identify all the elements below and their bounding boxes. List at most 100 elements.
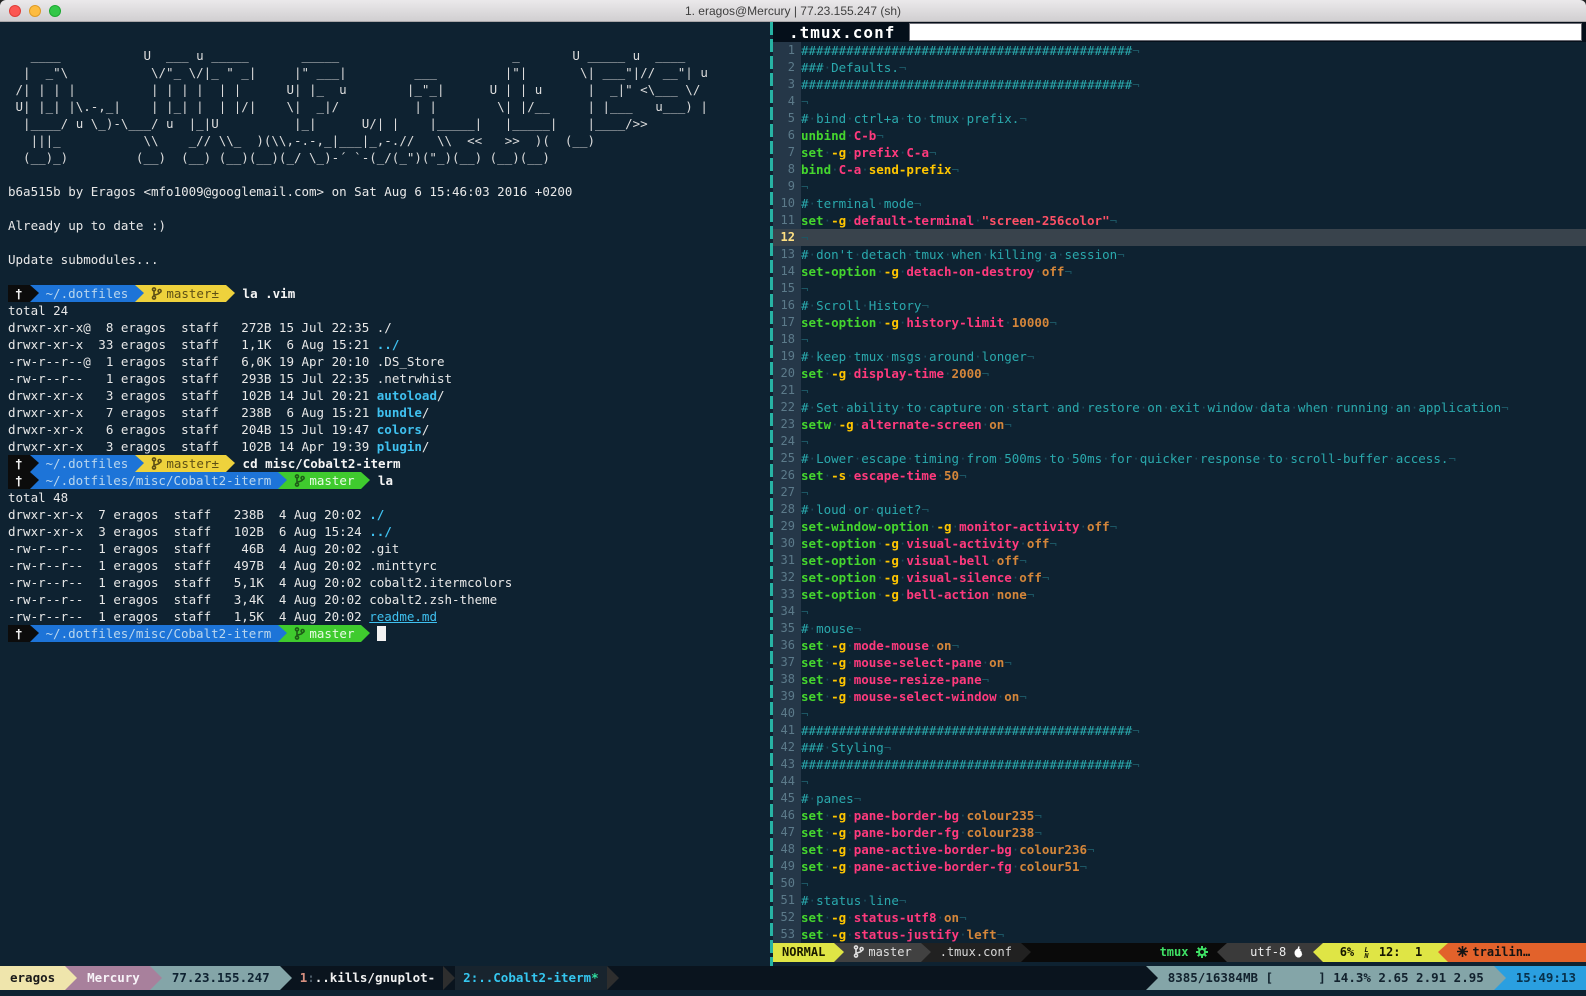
titlebar: 1. eragos@Mercury | 77.23.155.247 (sh) xyxy=(0,0,1586,22)
token-y: -g xyxy=(884,315,899,330)
vim-code-line[interactable]: 36set·-g·mode-mouse·on¬ xyxy=(773,637,1586,654)
vim-code-line[interactable]: 30set-option·-g·visual-activity·off¬ xyxy=(773,535,1586,552)
space-dot: · xyxy=(959,111,967,126)
line-number: 26 xyxy=(773,467,801,484)
vim-code-line[interactable]: 1#######################################… xyxy=(773,42,1586,59)
shell-pane[interactable]: ____ U ___ u _____ _____ _ U _____ u ___… xyxy=(0,22,770,966)
vim-code-line[interactable]: 13#·don't·detach·tmux·when·killing·a·ses… xyxy=(773,246,1586,263)
vim-code-line[interactable]: 8bind·C-a·send-prefix¬ xyxy=(773,161,1586,178)
vim-code-line[interactable]: 53set·-g·status-justify·left¬ xyxy=(773,926,1586,943)
vim-code-line[interactable]: 18¬ xyxy=(773,331,1586,348)
vim-code-line[interactable]: 6unbind·C-b¬ xyxy=(773,127,1586,144)
vim-code-line[interactable]: 27¬ xyxy=(773,484,1586,501)
vim-code-line[interactable]: 4¬ xyxy=(773,93,1586,110)
token-o: mode-mouse xyxy=(854,638,929,653)
vim-code-line[interactable]: 45#·panes¬ xyxy=(773,790,1586,807)
vim-code-line[interactable]: 7set·-g·prefix·C-a¬ xyxy=(773,144,1586,161)
vim-code-line[interactable]: 38set·-g·mouse-resize-pane¬ xyxy=(773,671,1586,688)
powerline-arrow xyxy=(361,625,370,642)
space-dot: · xyxy=(809,791,817,806)
vim-code-line[interactable]: 39set·-g·mouse-select-window·on¬ xyxy=(773,688,1586,705)
vim-cursor-line[interactable]: 12¬ xyxy=(773,229,1586,246)
token-e: ¬ xyxy=(982,366,990,381)
token-c: Set xyxy=(816,400,839,415)
vim-buffer[interactable]: 1#######################################… xyxy=(773,42,1586,943)
vim-code-line[interactable]: 32set-option·-g·visual-silence·off¬ xyxy=(773,569,1586,586)
close-button[interactable] xyxy=(9,5,21,17)
vim-code-line[interactable]: 44¬ xyxy=(773,773,1586,790)
vim-code-line[interactable]: 5#·bind·ctrl+a·to·tmux·prefix.¬ xyxy=(773,110,1586,127)
vim-code-line[interactable]: 41######################################… xyxy=(773,722,1586,739)
line-number: 42 xyxy=(773,739,801,756)
vim-code-line[interactable]: 17set-option·-g·history-limit·10000¬ xyxy=(773,314,1586,331)
vim-code-line[interactable]: 22#·Set·ability·to·capture·on·start·and·… xyxy=(773,399,1586,416)
file-list-row: -rw-r--r-- 1 eragos staff 3,4K 4 Aug 20:… xyxy=(8,591,770,608)
vim-code-line[interactable]: 48set·-g·pane-active-border-bg·colour236… xyxy=(773,841,1586,858)
vim-code-line[interactable]: 28#·loud·or·quiet?¬ xyxy=(773,501,1586,518)
token-o: pane-active-border-fg xyxy=(854,859,1012,874)
token-e: ¬ xyxy=(1064,264,1072,279)
tmux-window-2[interactable]: 2:..Cobalt2-iterm* xyxy=(455,966,606,990)
vim-code-line[interactable]: 9¬ xyxy=(773,178,1586,195)
token-e: ¬ xyxy=(1049,536,1057,551)
vim-code-line[interactable]: 43######################################… xyxy=(773,756,1586,773)
vim-code-line[interactable]: 15¬ xyxy=(773,280,1586,297)
vim-code-line[interactable]: 51#·status·line¬ xyxy=(773,892,1586,909)
line-number: 10 xyxy=(773,195,801,212)
vim-code-line[interactable]: 10#·terminal·mode¬ xyxy=(773,195,1586,212)
file-meta: -rw-r--r-- 1 eragos staff 293B 15 Jul 22… xyxy=(8,371,377,386)
vim-code-line[interactable]: 11set·-g·default-terminal·"screen-256col… xyxy=(773,212,1586,229)
file-list-row: drwxr-xr-x 33 eragos staff 1,1K 6 Aug 15… xyxy=(8,336,770,353)
token-c: on xyxy=(989,400,1004,415)
token-c: scroll-buffer xyxy=(1290,451,1388,466)
terminal-blank-line xyxy=(8,268,770,285)
vim-code-line[interactable]: 47set·-g·pane-border-fg·colour238¬ xyxy=(773,824,1586,841)
token-o: history-limit xyxy=(906,315,1004,330)
line-number-icon: LN xyxy=(1364,947,1368,959)
file-name[interactable]: readme.md xyxy=(369,609,437,624)
vim-code-line[interactable]: 34¬ xyxy=(773,603,1586,620)
line-number: 23 xyxy=(773,416,801,433)
vim-code-line[interactable]: 23setw·-g·alternate-screen·on¬ xyxy=(773,416,1586,433)
vim-code-line[interactable]: 37set·-g·mouse-select-pane·on¬ xyxy=(773,654,1586,671)
vim-code-line[interactable]: 52set·-g·status-utf8·on¬ xyxy=(773,909,1586,926)
vim-code-line[interactable]: 19#·keep·tmux·msgs·around·longer¬ xyxy=(773,348,1586,365)
vim-code-line[interactable]: 50¬ xyxy=(773,875,1586,892)
token-v: on xyxy=(937,638,952,653)
ascii-art-line: ____ U ___ u _____ _____ _ U _____ u ___… xyxy=(8,48,685,63)
vim-code-line[interactable]: 29set-window-option·-g·monitor-activity·… xyxy=(773,518,1586,535)
line-number: 12 xyxy=(773,229,801,246)
minimize-button[interactable] xyxy=(29,5,41,17)
zoom-button[interactable] xyxy=(49,5,61,17)
vim-tab-tmux-conf[interactable]: .tmux.conf xyxy=(773,23,895,42)
vim-code-line[interactable]: 20set·-g·display-time·2000¬ xyxy=(773,365,1586,382)
vim-code-line[interactable]: 49set·-g·pane-active-border-fg·colour51¬ xyxy=(773,858,1586,875)
vim-code-line[interactable]: 40¬ xyxy=(773,705,1586,722)
ascii-art-line: U| |_| |\.-,_| | |_| | | |/| \| _|/ | | … xyxy=(8,99,708,114)
vim-code-line[interactable]: 33set-option·-g·bell-action·none¬ xyxy=(773,586,1586,603)
vim-code-line[interactable]: 24¬ xyxy=(773,433,1586,450)
vim-code-line[interactable]: 42###·Styling¬ xyxy=(773,739,1586,756)
vim-code-line[interactable]: 46set·-g·pane-border-bg·colour235¬ xyxy=(773,807,1586,824)
vim-code-line[interactable]: 26set·-s·escape-time·50¬ xyxy=(773,467,1586,484)
vim-code-line[interactable]: 2###·Defaults.¬ xyxy=(773,59,1586,76)
token-c: # xyxy=(801,349,809,364)
vim-code-line[interactable]: 21¬ xyxy=(773,382,1586,399)
vim-code-line[interactable]: 3#######################################… xyxy=(773,76,1586,93)
vim-code-line[interactable]: 35#·mouse¬ xyxy=(773,620,1586,637)
vim-code-line[interactable]: 31set-option·-g·visual-bell·off¬ xyxy=(773,552,1586,569)
space-dot: · xyxy=(846,910,854,925)
token-e: ¬ xyxy=(801,332,809,347)
space-dot: · xyxy=(959,927,967,942)
tmux-user-segment: eragos xyxy=(0,966,65,990)
code-tokens: set-option·-g·history-limit·10000¬ xyxy=(801,314,1057,331)
powerline-arrow xyxy=(135,455,144,472)
vim-code-line[interactable]: 16#·Scroll·History¬ xyxy=(773,297,1586,314)
vim-code-line[interactable]: 25#·Lower·escape·timing·from·500ms·to·50… xyxy=(773,450,1586,467)
tmux-window-1[interactable]: 1:..kills/gnuplot- xyxy=(292,966,443,990)
code-tokens: ¬ xyxy=(801,705,809,722)
file-meta: -rw-r--r-- 1 eragos staff 46B 4 Aug 20:0… xyxy=(8,541,369,556)
vim-code-line[interactable]: 14set-option·-g·detach-on-destroy·off¬ xyxy=(773,263,1586,280)
line-number: 21 xyxy=(773,382,801,399)
vim-pane[interactable]: .tmux.conf 1############################… xyxy=(773,22,1586,966)
